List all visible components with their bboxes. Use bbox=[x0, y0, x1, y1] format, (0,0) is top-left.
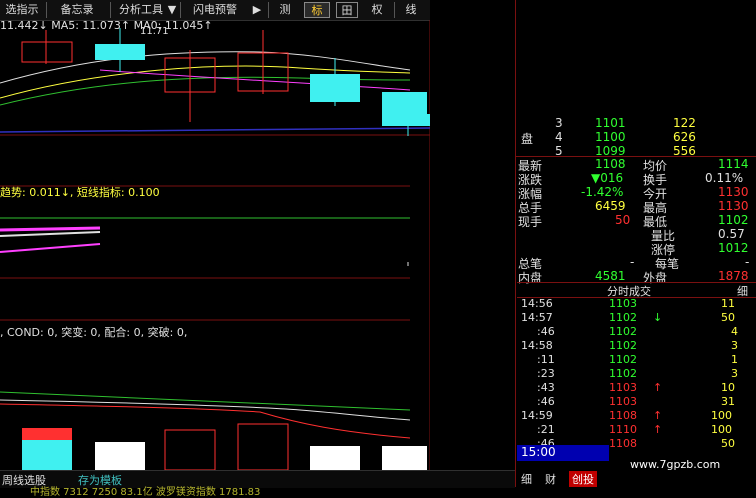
candle bbox=[164, 50, 216, 122]
play-icon[interactable]: ▶ bbox=[250, 2, 264, 18]
trade-row: 14:56 1103 11 bbox=[521, 297, 735, 310]
trade-row: 14:59 1108 ↑ 100 bbox=[521, 409, 732, 422]
right-tab-bar: 细 财 创投 bbox=[517, 470, 617, 487]
bottom-tab-bar: 周线选股 存为模板 中指数 7312 7250 83.1亿 波罗镁资指数 178… bbox=[0, 470, 515, 498]
tab-venture[interactable]: 创投 bbox=[569, 471, 597, 487]
trade-row: 14:57 1102 ↓ 50 bbox=[521, 311, 735, 324]
lightning-alert-button[interactable]: 闪电预警 bbox=[182, 2, 248, 18]
chart-canvas[interactable] bbox=[0, 20, 430, 470]
candle bbox=[21, 30, 73, 64]
toolbar: 选指示 备忘录 分析工具 ▼ 闪电预警 ▶ 测 标 田 权 线 bbox=[0, 0, 430, 21]
trade-row: :23 1102 3 bbox=[537, 367, 738, 380]
trades-header: 分时成交 细 bbox=[517, 282, 756, 298]
trade-row: :11 1102 1 bbox=[537, 353, 738, 366]
trade-row: :46 1103 31 bbox=[537, 395, 735, 408]
watermark: www.7gpzb.com bbox=[630, 458, 721, 471]
line-button[interactable]: 线 bbox=[398, 2, 424, 18]
trade-row: :43 1103 ↑ 10 bbox=[537, 381, 735, 394]
rights-button[interactable]: 权 bbox=[364, 2, 390, 18]
trade-row: :46 1102 4 bbox=[537, 325, 738, 338]
trade-row: 14:58 1102 3 bbox=[521, 339, 738, 352]
memo-button[interactable]: 备忘录 bbox=[50, 2, 104, 18]
trade-row: :21 1110 ↑ 100 bbox=[537, 423, 732, 436]
tab-detail[interactable]: 细 bbox=[521, 471, 532, 487]
signal-values: , COND: 0, 突变: 0, 配合: 0, 突破: 0, bbox=[0, 326, 188, 339]
tab-finance[interactable]: 财 bbox=[545, 471, 556, 487]
order-book: 3 1101 122 盘 4 1100 626 5 1099 556 bbox=[515, 116, 756, 158]
signal-indicator-label: , COND: 0, 突变: 0, 配合: 0, 突破: 0, bbox=[0, 324, 187, 340]
ma-line-blue bbox=[0, 127, 430, 133]
candle bbox=[237, 30, 289, 94]
final-time: 15:00 bbox=[521, 445, 556, 459]
candle bbox=[310, 58, 360, 106]
grid-button[interactable]: 田 bbox=[336, 2, 358, 18]
index-ticker: 中指数 7312 7250 83.1亿 波罗镁资指数 1781.83 bbox=[30, 487, 261, 498]
candle bbox=[95, 28, 145, 72]
selected-time-row[interactable]: 15:00 bbox=[517, 445, 609, 461]
mark-button[interactable]: 标 bbox=[304, 2, 330, 18]
dropdown-icon[interactable]: ▼ bbox=[166, 2, 178, 18]
trend-indicator-label: 趋势: 0.011↓, 短线指标: 0.100 bbox=[0, 186, 160, 199]
measure-button[interactable]: 测 bbox=[272, 2, 298, 18]
select-indicator-button[interactable]: 选指示 bbox=[0, 2, 44, 18]
candle bbox=[382, 92, 430, 136]
analysis-tools-button[interactable]: 分析工具 bbox=[114, 2, 168, 18]
quote-panel: 最新 1108 均价 1114 涨跌 ▼016 换手 0.11% 涨幅 -1.4… bbox=[515, 157, 756, 285]
